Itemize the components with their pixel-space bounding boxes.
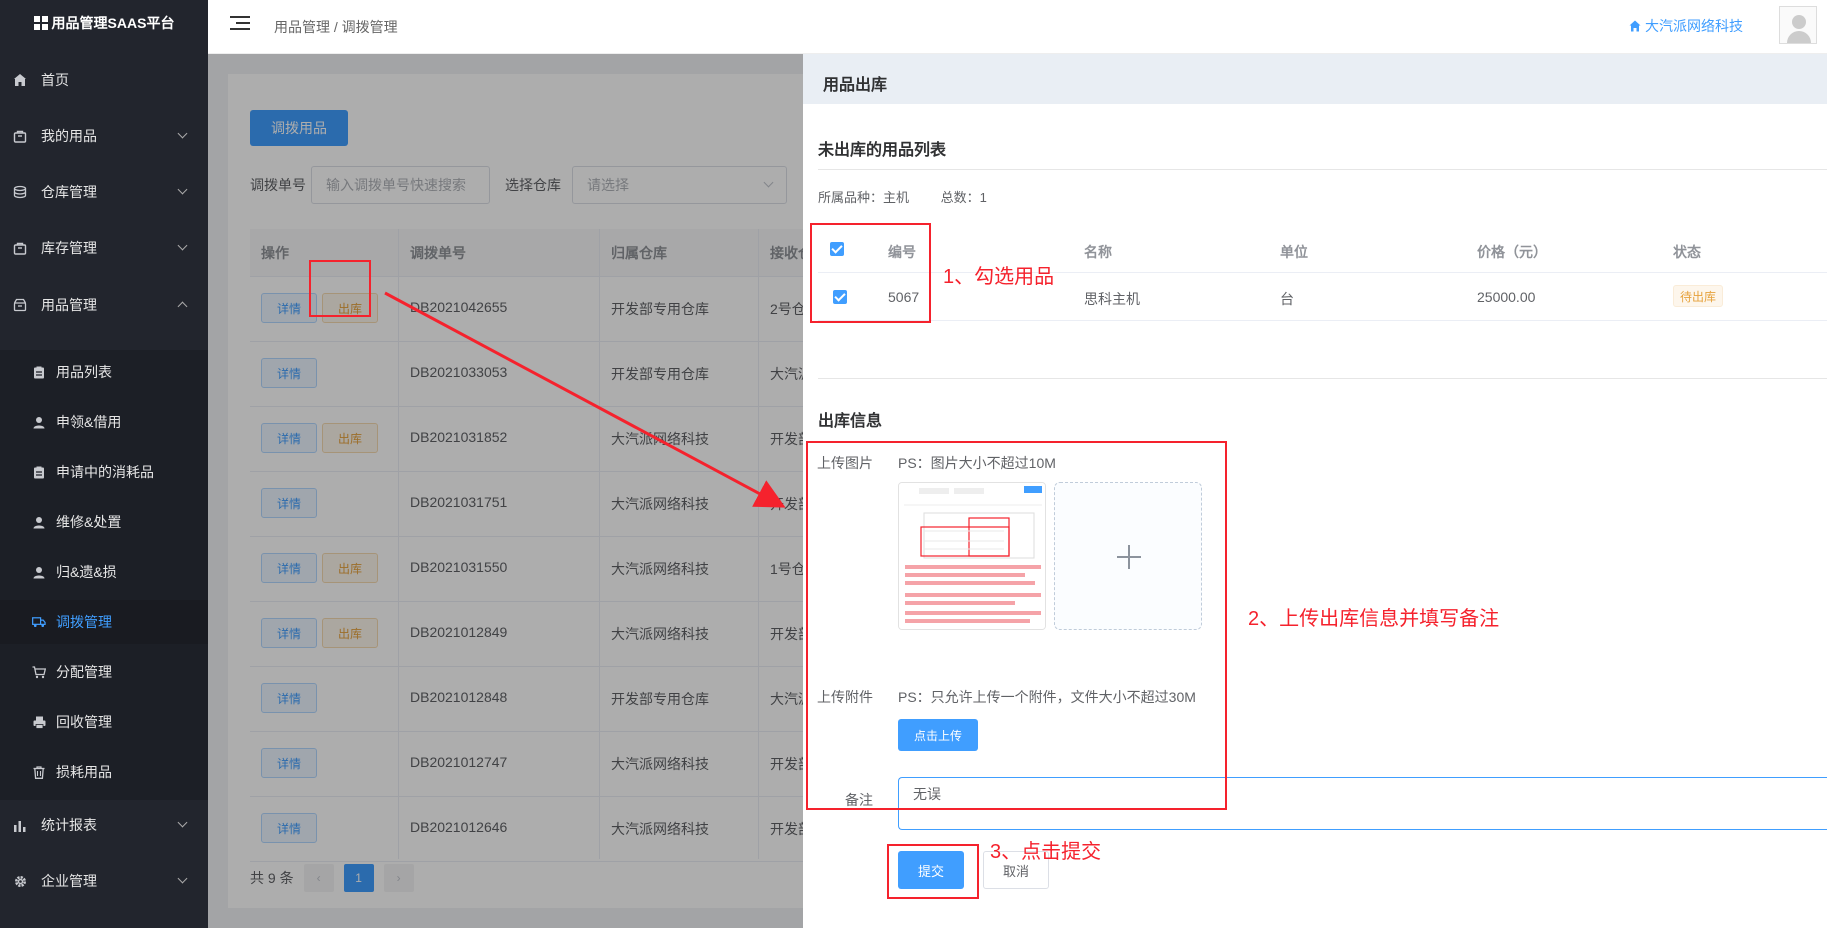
annotation-arrow <box>384 291 786 508</box>
